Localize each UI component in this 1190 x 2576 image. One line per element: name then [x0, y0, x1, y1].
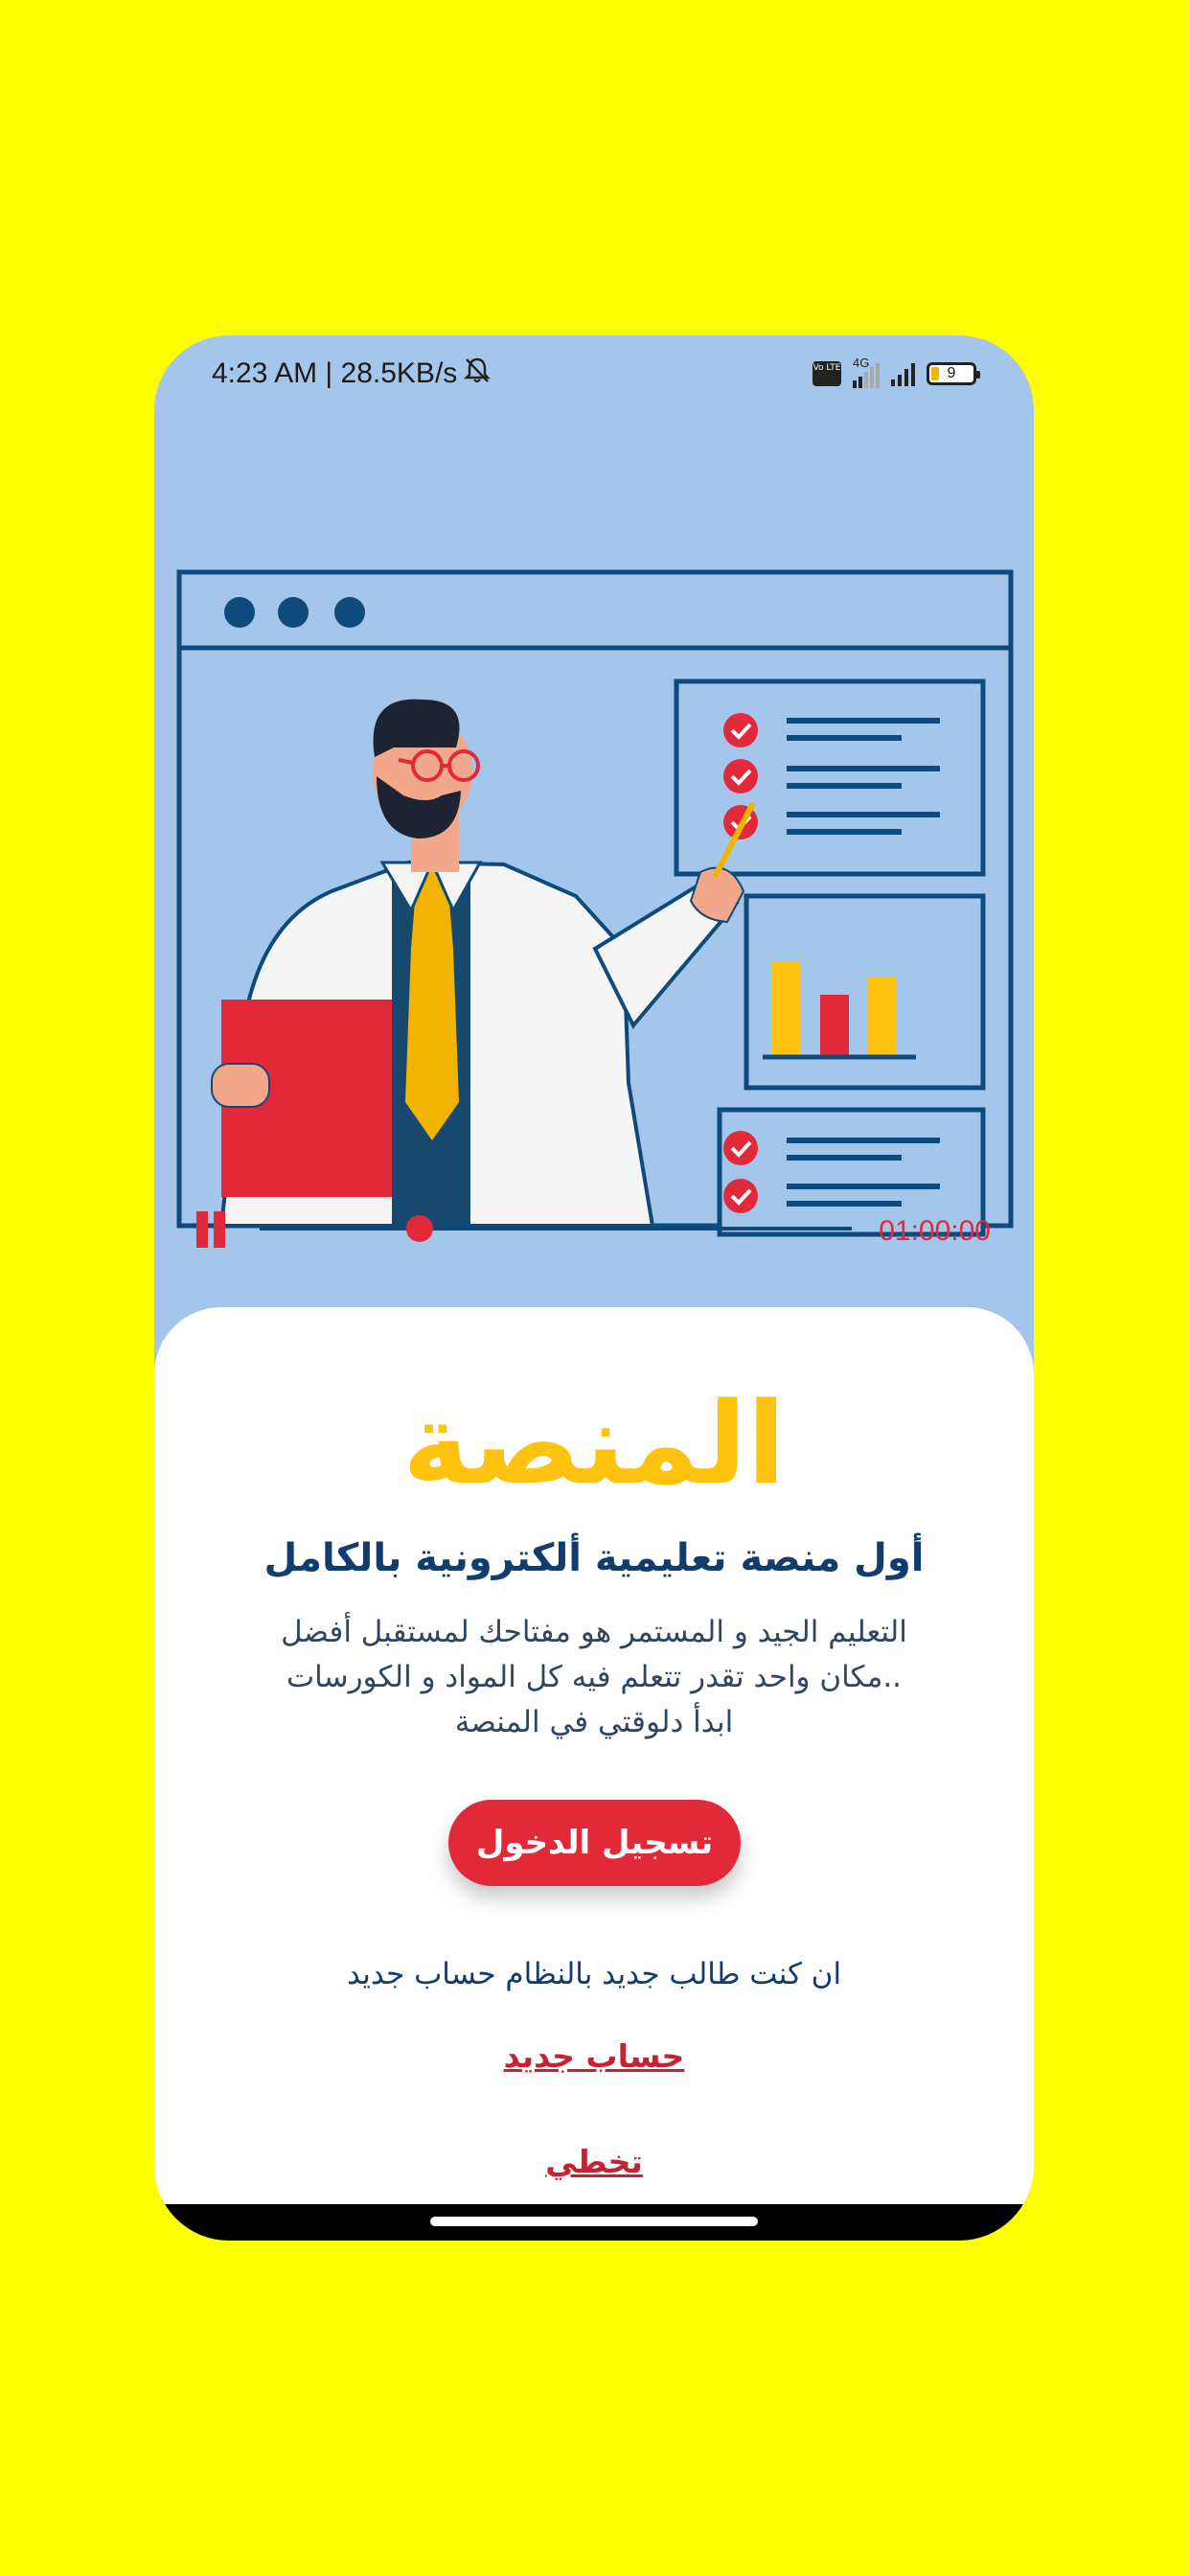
- battery-level: 9: [947, 365, 956, 381]
- video-timestamp: 01:00:00: [879, 1215, 991, 1247]
- home-indicator[interactable]: [430, 2217, 758, 2226]
- volte-badge: Vo LTE: [812, 361, 841, 386]
- gesture-bar: [154, 2204, 1034, 2241]
- brand-logo: المنصة: [402, 1377, 790, 1509]
- headline: أول منصة تعليمية ألكترونية بالكامل: [263, 1536, 925, 1580]
- description-line: ابدأ دلوقتي في المنصة: [454, 1705, 734, 1739]
- login-button[interactable]: تسجيل الدخول: [448, 1800, 741, 1886]
- status-right: Vo LTE 4G 9: [812, 356, 980, 388]
- status-bar: 4:23 AM | 28.5KB/s Vo LTE 4G 9: [154, 335, 1034, 412]
- new-student-prompt: ان كنت طالب جديد بالنظام حساب جديد: [346, 1957, 842, 1991]
- description: التعليم الجيد و المستمر هو مفتاحك لمستقب…: [231, 1610, 957, 1745]
- signal-4g-icon: 4G: [853, 356, 880, 388]
- window-dot-icon: [224, 597, 255, 628]
- window-dot-icon: [278, 597, 309, 628]
- window-dot-icon: [334, 597, 365, 628]
- network-type-label: 4G: [853, 356, 870, 370]
- description-line: التعليم الجيد و المستمر هو مفتاحك لمستقب…: [281, 1615, 907, 1649]
- video-progress-knob: [405, 1215, 433, 1242]
- pause-icon: [196, 1211, 208, 1248]
- check-icon: [723, 1179, 758, 1213]
- status-left: 4:23 AM | 28.5KB/s: [212, 356, 492, 392]
- alarm-off-icon: [463, 356, 492, 392]
- welcome-card: المنصة أول منصة تعليمية ألكترونية بالكام…: [154, 1307, 1034, 2241]
- check-icon: [723, 713, 758, 748]
- new-account-link[interactable]: حساب جديد: [154, 2037, 1034, 2075]
- signal-icon: [891, 361, 915, 386]
- check-icon: [723, 759, 758, 794]
- check-icon: [723, 1131, 758, 1165]
- battery-icon: 9: [927, 362, 980, 385]
- skip-link[interactable]: تخطي: [154, 2143, 1034, 2180]
- description-line: ..مكان واحد تقدر تتعلم فيه كل المواد و ا…: [286, 1660, 903, 1694]
- phone-screen: 4:23 AM | 28.5KB/s Vo LTE 4G 9 01:00:00 …: [154, 335, 1034, 2241]
- status-time-speed: 4:23 AM | 28.5KB/s: [212, 357, 458, 389]
